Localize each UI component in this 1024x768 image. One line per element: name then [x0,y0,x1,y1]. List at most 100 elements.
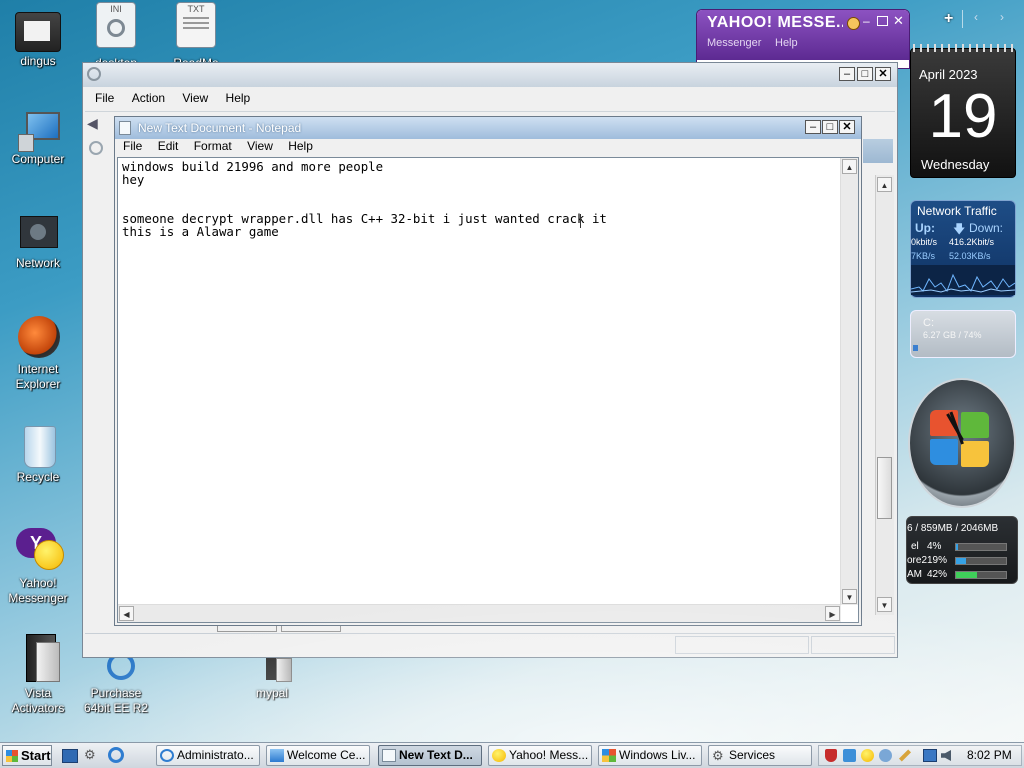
scroll-down-arrow[interactable]: ▼ [877,597,892,612]
services-titlebar[interactable] [83,63,897,87]
text-cursor-icon [580,214,581,228]
desktop-icon-mypal[interactable]: mypal [234,650,310,701]
close-button[interactable]: ✕ [875,67,891,81]
tab-strip [217,625,341,633]
status-pane [675,636,809,654]
scroll-down-arrow[interactable]: ▼ [842,589,857,604]
scroll-thumb[interactable] [877,457,892,519]
scroll-up-arrow[interactable]: ▲ [877,177,892,192]
cpu-meter-gadget[interactable]: 6 / 859MB / 2046MB el 4% ore2 19% AM 42% [906,516,1018,584]
desktop-icon-internet-explorer[interactable]: Internet Explorer [0,316,76,392]
windows-live-icon [602,749,616,762]
desktop-icon-desktop-ini[interactable]: INI desktop [78,2,154,63]
desktop-icon-recycle-bin[interactable]: Recycle Bin [0,424,76,489]
menu-file[interactable]: File [123,136,142,156]
maximize-button[interactable]: □ [822,120,838,134]
menu-file[interactable]: File [95,88,114,108]
shield-icon[interactable] [825,749,837,762]
menu-help[interactable]: Help [288,136,313,156]
clock-face [908,378,1016,508]
services-list-scrollbar[interactable]: ▲ ▼ [875,175,894,615]
notepad-window[interactable]: New Text Document - Notepad – □ ✕ File E… [114,116,862,626]
desktop-icon-network[interactable]: Network [0,214,76,271]
services-menubar: File Action View Help [83,88,897,108]
taskbar-button-label: Administrato... [177,748,254,762]
desktop-icon-computer[interactable]: Computer [0,110,76,167]
upload-kbit: 0kbit/s [911,237,938,247]
sidebar-next-button[interactable]: › [1000,10,1004,24]
tree-node-icon [89,141,103,155]
minimize-button[interactable]: – [863,14,870,28]
notepad-window-icon [119,121,131,135]
notepad-text-area[interactable]: windows build 21996 and more people hey … [117,157,859,623]
yahoo-smiley-icon [492,749,506,762]
start-button[interactable]: Start [2,745,52,766]
taskbar-button-notepad[interactable]: New Text D... [378,745,482,766]
scroll-left-arrow[interactable]: ◀ [119,606,134,621]
internet-explorer-quicklaunch-icon[interactable] [108,747,124,763]
meter-row-bar [955,557,1007,565]
maximize-button[interactable]: □ [857,67,873,81]
desktop-icon-purchase[interactable]: Purchase 64bit EE R2 [78,650,154,716]
menu-format[interactable]: Format [194,136,232,156]
vertical-scrollbar[interactable]: ▲ ▼ [840,158,858,605]
maximize-button[interactable] [877,16,888,26]
menu-view[interactable]: View [247,136,273,156]
yahoo-messenger-window[interactable]: YAHOO! MESSE... – ✕ Messenger Help [696,9,910,69]
network-status-icon[interactable] [843,749,856,762]
calendar-gadget[interactable]: April 2023 19 Wednesday [910,44,1016,178]
ie-icon [160,749,174,762]
desktop-icon-yahoo-messenger[interactable]: Y Yahoo! Messenger [0,526,76,606]
messenger-tray-icon[interactable] [879,749,892,762]
desktop-icon-label: mypal [255,686,288,700]
yahoo-tray-icon[interactable] [861,749,874,762]
yahoo-menu-help[interactable]: Help [775,37,798,49]
back-button[interactable]: ◀ [87,115,103,131]
calendar-weekday: Wednesday [921,157,990,172]
tab-extended[interactable] [217,625,277,632]
desktop-icon-readme[interactable]: TXT ReadMe [158,2,234,63]
computer-tray-icon[interactable] [923,749,937,762]
tab-standard[interactable] [281,625,341,632]
close-button[interactable]: ✕ [893,13,904,29]
volume-icon[interactable] [941,750,951,761]
taskbar-button-yahoo-messenger[interactable]: Yahoo! Mess... [488,745,592,766]
yahoo-menu-messenger[interactable]: Messenger [707,37,761,49]
status-pane [811,636,895,654]
horizontal-scrollbar[interactable]: ◀ ▶ [118,604,841,622]
scroll-right-arrow[interactable]: ▶ [825,606,840,621]
taskbar-button-administrator[interactable]: Administrato... [156,745,260,766]
sidebar-add-gadget-button[interactable]: + [944,10,953,28]
scroll-up-arrow[interactable]: ▲ [842,159,857,174]
notepad-menubar: File Edit Format View Help [115,136,861,156]
notepad-text: windows build 21996 and more people hey … [122,159,607,239]
switch-windows-icon[interactable]: ⚙ [84,748,98,762]
yahoo-status-icon[interactable] [847,17,860,30]
minimize-button[interactable]: – [805,120,821,134]
desktop-icon-dingus[interactable]: dingus [0,12,76,69]
folder-icon [252,650,292,684]
menu-edit[interactable]: Edit [158,136,179,156]
taskbar-button-welcome-center[interactable]: Welcome Ce... [266,745,370,766]
show-desktop-icon[interactable] [62,749,78,763]
menu-view[interactable]: View [182,88,208,108]
memory-usage: 6 / 859MB / 2046MB [907,523,999,534]
txt-file-icon: TXT [176,2,216,48]
close-button[interactable]: ✕ [839,120,855,134]
start-label: Start [21,748,51,763]
taskbar-button-services[interactable]: ⚙ Services [708,745,812,766]
recycle-bin-icon [18,424,58,468]
menu-action[interactable]: Action [132,88,165,108]
sidebar-prev-button[interactable]: ‹ [974,10,978,24]
desktop-icon-vista-activators[interactable]: Vista Activators [0,632,76,716]
taskbar-button-windows-live[interactable]: Windows Liv... [598,745,702,766]
network-traffic-gadget[interactable]: Network Traffic Up: 🡇 Down: 0kbit/s 416.… [910,200,1016,298]
minimize-button[interactable]: – [839,67,855,81]
menu-help[interactable]: Help [226,88,251,108]
upload-label: Up: [915,221,935,235]
drive-gadget[interactable]: C: 6.27 GB / 74% [910,310,1016,358]
clock-gadget[interactable] [908,378,1016,508]
clock[interactable]: 8:02 PM [967,748,1012,762]
desktop-icon-label: Internet Explorer [15,362,61,391]
tools-tray-icon[interactable] [898,749,912,762]
